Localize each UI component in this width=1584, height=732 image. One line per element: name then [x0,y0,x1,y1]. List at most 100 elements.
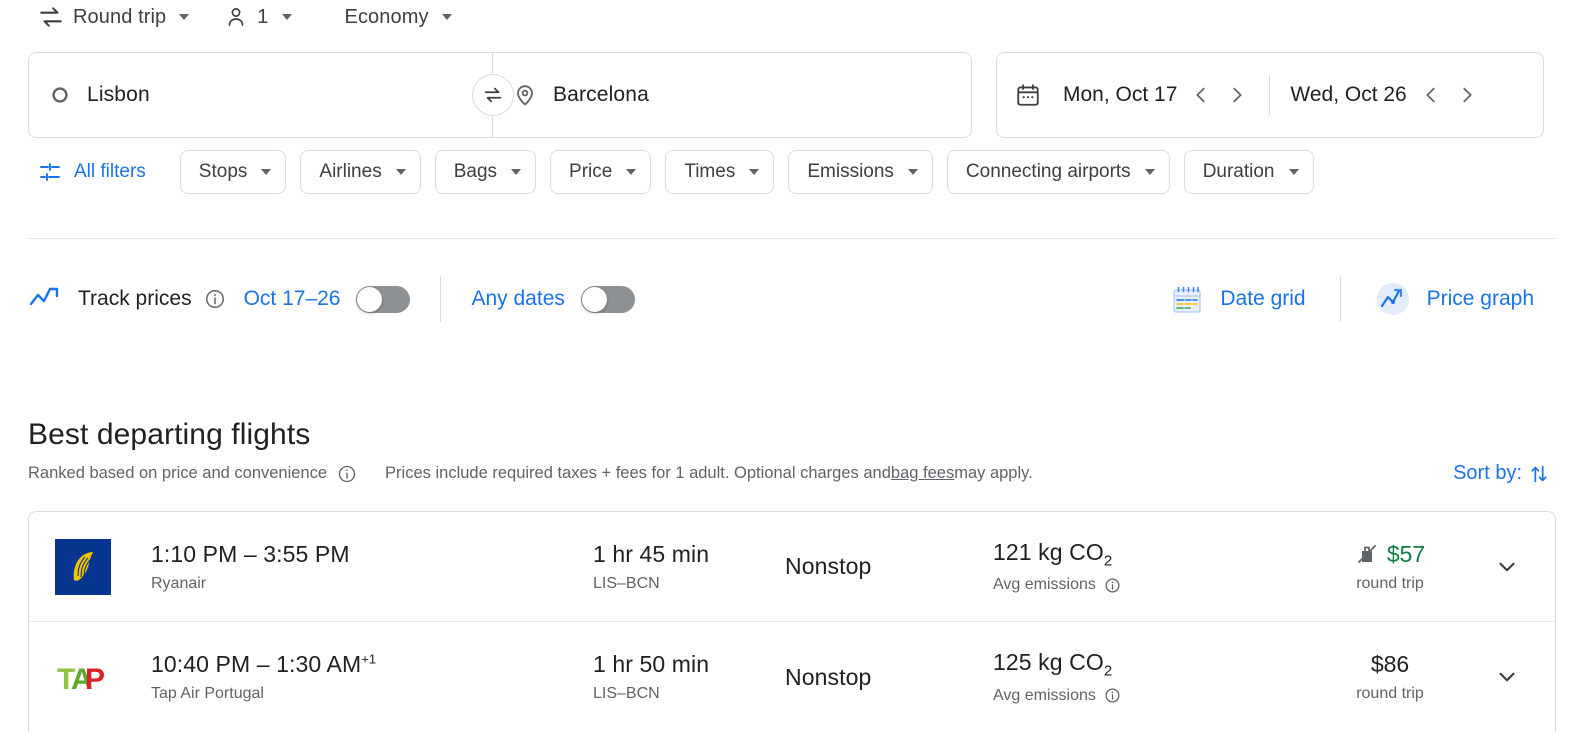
bag-fees-link[interactable]: bag fees [891,464,954,483]
section-divider [28,238,1556,239]
swap-horizontal-icon [482,84,504,106]
sort-by-button[interactable]: Sort by: [1447,458,1556,489]
departure-next-day-button[interactable] [1219,77,1255,113]
any-dates-toggle[interactable] [581,286,635,313]
filter-chip-label: Bags [454,161,497,183]
airline-name: Tap Air Portugal [151,685,593,703]
prices-note-suffix: may apply. [954,464,1033,483]
trip-options-bar: Round trip 1 Economy [0,0,1584,32]
price-note: round trip [1356,575,1424,593]
chevron-down-icon [626,169,636,175]
airline-name: Ryanair [151,575,593,593]
date-grid-label: Date grid [1220,287,1305,311]
date-grid-button[interactable]: Date grid [1156,274,1319,324]
filter-chip-stops[interactable]: Stops [180,150,287,194]
flight-stops-column: Nonstop [785,553,993,580]
filter-chip-bags[interactable]: Bags [435,150,536,194]
return-next-day-button[interactable] [1449,77,1485,113]
chevron-down-icon [908,169,918,175]
circle-outline-icon [49,84,71,106]
price-graph-button[interactable]: Price graph [1361,273,1548,325]
filter-chip-price[interactable]: Price [550,150,651,194]
filter-chip-airlines[interactable]: Airlines [300,150,420,194]
flight-stops: Nonstop [785,553,993,580]
emissions-note: Avg emissions [993,576,1096,594]
return-prev-day-button[interactable] [1413,77,1449,113]
track-prices-bar: Track prices Oct 17–26 Any dates [28,270,1556,328]
emissions-note-line: Avg emissions [993,687,1305,705]
track-date-range-label[interactable]: Oct 17–26 [244,287,341,311]
return-date-value[interactable]: Wed, Oct 26 [1284,77,1412,113]
filter-chip-duration[interactable]: Duration [1184,150,1314,194]
flight-route: LIS–BCN [593,575,785,593]
expand-column [1475,655,1539,699]
filter-chip-emissions[interactable]: Emissions [788,150,933,194]
search-form: Lisbon Barcelona [28,52,1544,138]
filter-chip-times[interactable]: Times [665,150,774,194]
tune-icon [38,160,62,184]
trip-type-label: Round trip [73,6,166,29]
date-divider [1269,75,1270,115]
flight-results-list: 1:10 PM – 3:55 PM Ryanair 1 hr 45 min LI… [28,511,1556,732]
flight-emissions: 121 kg CO2 [993,539,1305,570]
departure-date-cell: Mon, Oct 17 [1015,53,1255,137]
departure-date-value[interactable]: Mon, Oct 17 [1057,77,1183,113]
track-prices-group: Track prices Oct 17–26 Any dates [28,276,635,322]
flight-price: $86 [1371,651,1409,678]
all-filters-button[interactable]: All filters [28,152,160,192]
emissions-note: Avg emissions [993,687,1096,705]
any-dates-label[interactable]: Any dates [471,287,564,311]
origin-value: Lisbon [87,83,150,107]
table-row[interactable]: T A P 10:40 PM – 1:30 AM+1 Tap Air Portu… [29,622,1555,732]
table-row[interactable]: 1:10 PM – 3:55 PM Ryanair 1 hr 45 min LI… [29,512,1555,622]
expand-flight-button[interactable] [1485,655,1529,699]
track-prices-label: Track prices [78,287,192,311]
ryanair-logo [55,539,111,595]
expand-flight-button[interactable] [1485,545,1529,589]
chevron-down-icon [1494,554,1520,580]
flight-duration-column: 1 hr 45 min LIS–BCN [593,541,785,593]
track-date-range-toggle[interactable] [356,286,410,313]
info-icon[interactable] [1104,577,1121,594]
trip-type-selector[interactable]: Round trip [30,0,198,35]
flight-emissions: 125 kg CO2 [993,649,1305,680]
departure-prev-day-button[interactable] [1183,77,1219,113]
swap-airports-button[interactable] [472,74,514,116]
filter-chip-connecting-airports[interactable]: Connecting airports [947,150,1170,194]
chevron-down-icon [1289,169,1299,175]
filter-chip-label: Times [684,161,735,183]
chevron-down-icon [282,14,292,20]
prices-note-prefix: Prices include required taxes + fees for… [385,464,891,483]
info-icon[interactable] [1104,687,1121,704]
chevron-right-icon [1456,84,1478,106]
cabin-class-label: Economy [345,6,429,29]
location-pin-icon [513,83,537,107]
destination-field[interactable]: Barcelona [493,53,971,137]
filter-chip-label: Airlines [319,161,381,183]
flight-duration: 1 hr 50 min [593,651,785,678]
price-line: $57 [1355,541,1425,568]
price-graph-label: Price graph [1427,287,1534,311]
origin-field[interactable]: Lisbon [29,53,492,137]
flight-price-column: $57 round trip [1305,541,1475,593]
svg-text:P: P [85,663,105,696]
where-fields-group: Lisbon Barcelona [28,52,972,138]
passengers-selector[interactable]: 1 [216,0,300,34]
results-subtitle-row: Ranked based on price and convenience Pr… [28,458,1556,489]
filter-chip-label: Connecting airports [966,161,1131,183]
tap-logo: T A P [55,653,111,701]
chevron-down-icon [179,14,189,20]
view-divider [1340,276,1341,322]
chevron-right-icon [1226,84,1248,106]
airline-logo: T A P [55,653,151,701]
info-icon[interactable] [204,288,226,310]
chevron-down-icon [749,169,759,175]
no-carry-on-bag-icon [1355,542,1379,566]
info-icon[interactable] [337,464,357,484]
price-graph-icon [1375,281,1411,317]
swap-horizontal-icon [38,4,64,30]
cabin-class-selector[interactable]: Economy [337,1,461,34]
filter-chip-label: Price [569,161,612,183]
flight-times-column: 1:10 PM – 3:55 PM Ryanair [151,541,593,593]
date-grid-icon [1170,282,1204,316]
